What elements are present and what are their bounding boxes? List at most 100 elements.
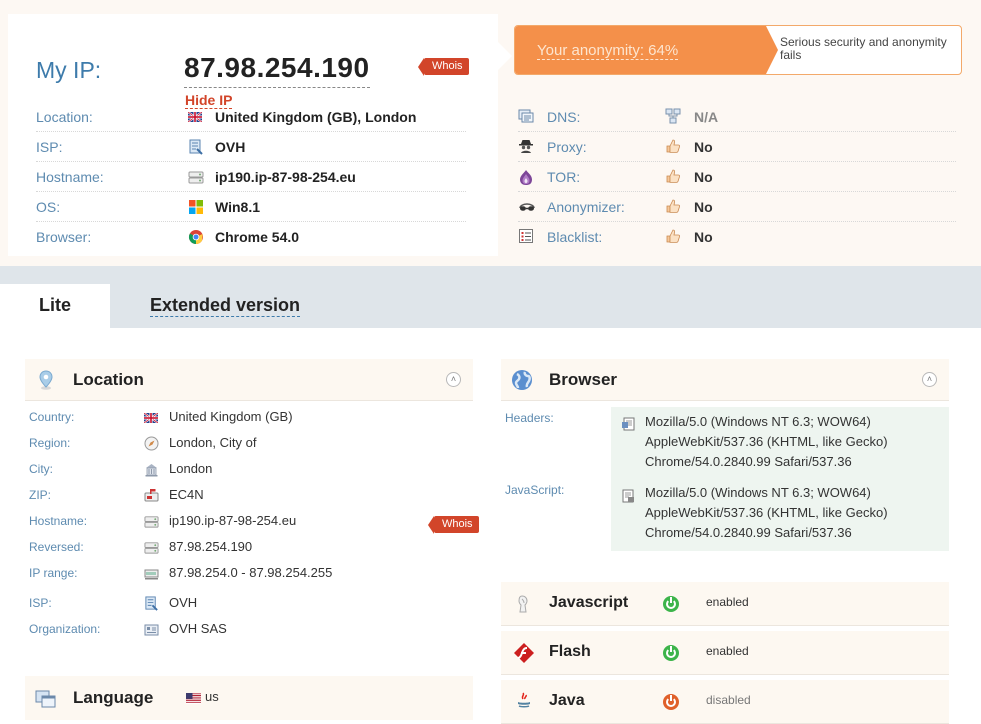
user-agent-box: Mozilla/5.0 (Windows NT 6.3; WOW64) Appl… bbox=[611, 407, 949, 551]
summary-label: OS: bbox=[36, 199, 61, 215]
feature-name: Javascript bbox=[549, 594, 629, 611]
chrome-icon bbox=[188, 229, 204, 245]
location-label: Reversed: bbox=[29, 540, 84, 554]
feature-status: enabled bbox=[706, 644, 749, 658]
javascript-user-agent: Mozilla/5.0 (Windows NT 6.3; WOW64) Appl… bbox=[645, 485, 888, 540]
browser-card-header[interactable]: Browser ˄ bbox=[501, 359, 949, 401]
location-value: 87.98.254.190 bbox=[169, 539, 253, 554]
java-icon bbox=[513, 691, 535, 713]
check-label: TOR: bbox=[547, 169, 581, 185]
us-flag-icon bbox=[186, 691, 201, 704]
summary-value: Win8.1 bbox=[215, 199, 260, 215]
check-label: DNS: bbox=[547, 109, 581, 125]
browser-card-body: Headers: JavaScript: Mozilla/5.0 (Window… bbox=[501, 402, 949, 551]
location-row-reversed: Reversed: 87.98.254.190 bbox=[25, 535, 473, 561]
location-value: EC4N bbox=[169, 487, 204, 502]
isp-icon bbox=[144, 596, 159, 611]
whois-button[interactable]: Whois bbox=[418, 58, 469, 76]
location-value: United Kingdom (GB) bbox=[169, 409, 293, 424]
browser-card-title: Browser bbox=[549, 370, 618, 389]
summary-value: United Kingdom (GB), London bbox=[215, 109, 417, 125]
map-pin-icon bbox=[35, 369, 57, 391]
thumbs-up-icon bbox=[665, 168, 683, 186]
anonymity-meter[interactable]: Your anonymity: 64% Serious security and… bbox=[514, 25, 962, 75]
headers-user-agent: Mozilla/5.0 (Windows NT 6.3; WOW64) Appl… bbox=[645, 414, 888, 469]
check-value: No bbox=[694, 199, 713, 215]
summary-label: Browser: bbox=[36, 229, 92, 245]
collapse-chevron-up-icon[interactable]: ˄ bbox=[922, 372, 937, 387]
location-value: ip190.ip-87-98-254.eu bbox=[169, 513, 297, 528]
list-icon bbox=[518, 228, 536, 246]
network-icon bbox=[665, 108, 683, 126]
check-value: No bbox=[694, 229, 713, 245]
tab-extended-version[interactable]: Extended version bbox=[150, 295, 301, 317]
tab-bar: Lite Extended version bbox=[0, 266, 981, 328]
location-label: City: bbox=[29, 462, 53, 476]
check-row-anonymizer: Anonymizer: No bbox=[518, 192, 956, 222]
check-label: Blacklist: bbox=[547, 229, 603, 245]
feature-status: disabled bbox=[706, 693, 751, 707]
location-row-organization: Organization: OVH SAS bbox=[25, 617, 473, 643]
summary-value: OVH bbox=[215, 139, 246, 155]
location-row-isp: ISP: OVH bbox=[25, 591, 473, 617]
dns-icon bbox=[518, 108, 536, 126]
location-label: Organization: bbox=[29, 622, 101, 636]
feature-name: Flash bbox=[549, 643, 591, 660]
thumbs-up-icon bbox=[665, 228, 683, 246]
check-label: Anonymizer: bbox=[547, 199, 625, 215]
my-ip-label: My IP: bbox=[36, 57, 102, 83]
check-label: Proxy: bbox=[547, 139, 587, 155]
check-value: No bbox=[694, 139, 713, 155]
location-value: 87.98.254.0 - 87.98.254.255 bbox=[169, 565, 333, 580]
location-label: ISP: bbox=[29, 596, 52, 610]
feature-row-flash: Flash enabled bbox=[501, 631, 949, 675]
feature-status: enabled bbox=[706, 595, 749, 609]
server-icon bbox=[188, 169, 204, 185]
flash-icon bbox=[513, 642, 535, 664]
compass-icon bbox=[144, 436, 159, 451]
summary-row-browser: Browser: Chrome 54.0 bbox=[36, 222, 466, 252]
summary-row-hostname: Hostname: ip190.ip-87-98-254.eu bbox=[36, 162, 466, 192]
server-icon bbox=[144, 514, 159, 529]
summary-row-location: Location: United Kingdom (GB), London bbox=[36, 102, 466, 132]
location-row-ip-range: IP range: 87.98.254.0 - 87.98.254.255 bbox=[25, 561, 473, 587]
ip-address[interactable]: 87.98.254.190 bbox=[184, 52, 370, 88]
anonymity-arrow bbox=[766, 26, 778, 74]
summary-label: ISP: bbox=[36, 139, 63, 155]
tab-lite[interactable]: Lite bbox=[0, 284, 110, 328]
globe-icon bbox=[511, 369, 533, 391]
location-label: Country: bbox=[29, 410, 75, 424]
whois-button[interactable]: Whois bbox=[428, 516, 479, 534]
summary-value: ip190.ip-87-98-254.eu bbox=[215, 169, 356, 185]
language-card-header[interactable]: Language us bbox=[25, 676, 473, 720]
tor-onion-icon bbox=[518, 168, 536, 186]
location-value: London, City of bbox=[169, 435, 257, 450]
location-card-header[interactable]: Location ˄ bbox=[25, 359, 473, 401]
javascript-label: JavaScript: bbox=[505, 483, 565, 497]
disabled-power-icon bbox=[663, 694, 679, 710]
enabled-power-icon bbox=[663, 596, 679, 612]
ip-range-icon bbox=[144, 566, 159, 581]
thumbs-up-icon bbox=[665, 138, 683, 156]
check-row-blacklist: Blacklist: No bbox=[518, 222, 956, 252]
feature-name: Java bbox=[549, 692, 585, 709]
feature-row-java: Java disabled bbox=[501, 680, 949, 724]
enabled-power-icon bbox=[663, 645, 679, 661]
spy-icon bbox=[518, 138, 536, 156]
location-value: OVH SAS bbox=[169, 621, 227, 636]
location-row-region: Region: London, City of bbox=[25, 431, 473, 457]
location-row-zip: ZIP: EC4N bbox=[25, 483, 473, 509]
language-value: us bbox=[205, 689, 219, 704]
mailbox-icon bbox=[144, 488, 159, 503]
check-value: N/A bbox=[694, 109, 719, 125]
thumbs-up-icon bbox=[665, 198, 683, 216]
check-value: No bbox=[694, 169, 713, 185]
check-row-proxy: Proxy: No bbox=[518, 132, 956, 162]
check-row-dns: DNS: N/A bbox=[518, 102, 956, 132]
script-document-icon bbox=[621, 489, 635, 503]
uk-flag-icon bbox=[143, 410, 159, 425]
collapse-chevron-up-icon[interactable]: ˄ bbox=[446, 372, 461, 387]
summary-label: Location: bbox=[36, 109, 93, 125]
location-value: OVH bbox=[169, 595, 198, 610]
anonymity-label[interactable]: Your anonymity: 64% bbox=[537, 42, 679, 60]
